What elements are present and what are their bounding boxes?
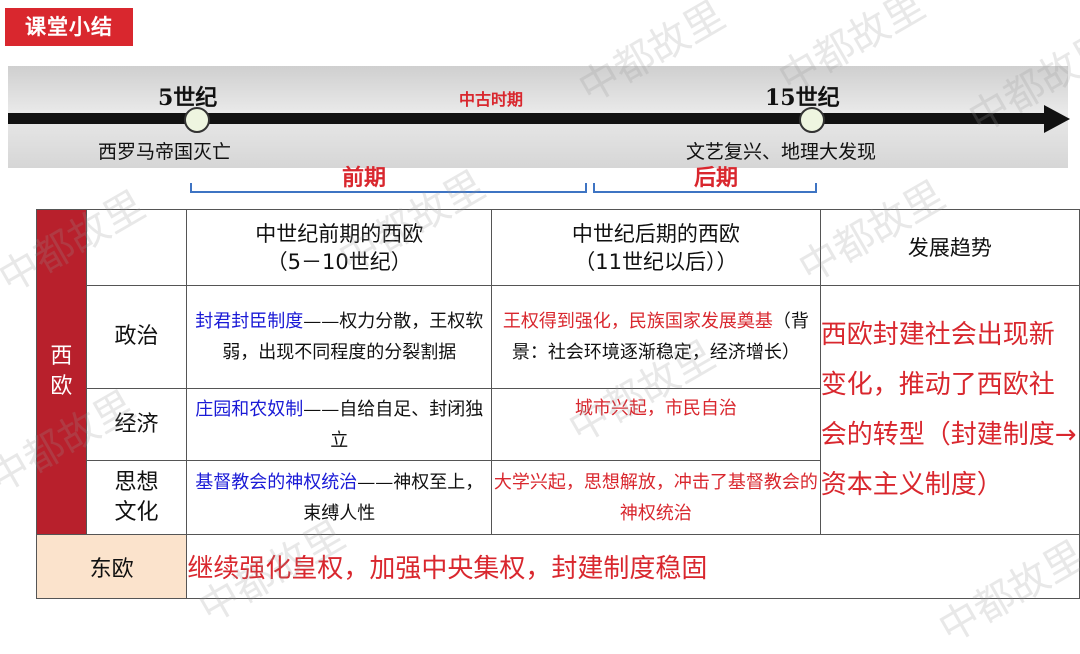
politics-early-highlight: 封君封臣制度 xyxy=(195,311,304,332)
row-culture-label: 思想文化 xyxy=(85,460,188,535)
timeline-right-century: 15世纪 xyxy=(765,85,840,111)
summary-table: 西欧 中世纪前期的西欧 （5－10世纪） 中世纪后期的西欧 （11世纪以后）） … xyxy=(35,209,1080,599)
timeline-left-century: 5世纪 xyxy=(158,85,218,111)
region-east-label: 东欧 xyxy=(89,556,134,582)
header-blank-cell xyxy=(85,209,188,286)
culture-early-highlight: 基督教会的神权统治 xyxy=(195,471,358,493)
header-late-cell: 中世纪后期的西欧 （11世纪以后）） xyxy=(491,209,821,286)
header-early-title: 中世纪前期的西欧 xyxy=(255,221,424,246)
late-period-brace xyxy=(593,183,817,193)
economy-early-cell: 庄园和农奴制——自给自足、封闭独立 xyxy=(186,388,493,461)
row-politics-label: 政治 xyxy=(85,285,188,389)
culture-early-cell: 基督教会的神权统治——神权至上，束缚人性 xyxy=(186,460,493,535)
region-east-cell: 东欧 xyxy=(35,534,188,599)
politics-early-cell: 封君封臣制度——权力分散，王权软弱，出现不同程度的分裂割据 xyxy=(186,285,493,389)
culture-late-cell: 大学兴起，思想解放，冲击了基督教会的神权统治 xyxy=(491,460,821,535)
header-late-title: 中世纪后期的西欧 xyxy=(571,221,740,246)
early-period-brace xyxy=(190,183,587,193)
region-west-cell: 西欧 xyxy=(36,209,87,535)
culture-late-highlight: 大学兴起，思想解放，冲击了基督教会的神权统治 xyxy=(493,471,818,524)
trend-cell: 西欧封建社会出现新变化，推动了西欧社会的转型（封建制度→资本主义制度） xyxy=(819,285,1080,535)
slide-title: 课堂小结 xyxy=(5,8,133,46)
economy-late-highlight: 城市兴起，市民自治 xyxy=(574,398,737,419)
row-economy-label: 经济 xyxy=(85,388,188,461)
header-trend-label: 发展趋势 xyxy=(907,235,992,260)
row-culture-text: 思想文化 xyxy=(114,469,159,525)
timeline-arrow-icon xyxy=(1044,105,1070,133)
timeline-left-event: 西罗马帝国灭亡 xyxy=(98,141,232,163)
header-early-cell: 中世纪前期的西欧 （5－10世纪） xyxy=(186,209,493,286)
header-trend-cell: 发展趋势 xyxy=(819,209,1080,286)
east-summary-cell: 继续强化皇权，加强中央集权，封建制度稳固 xyxy=(186,534,1080,599)
east-summary-text: 继续强化皇权，加强中央集权，封建制度稳固 xyxy=(187,554,708,584)
economy-late-cell: 城市兴起，市民自治 xyxy=(491,388,821,461)
timeline-middle-label: 中古时期 xyxy=(459,90,524,109)
economy-early-text: ——自给自足、封闭独立 xyxy=(303,398,484,451)
header-late-subtitle: （11世纪以后）） xyxy=(574,249,738,274)
economy-early-highlight: 庄园和农奴制 xyxy=(195,398,304,420)
timeline-axis xyxy=(8,113,1048,124)
politics-late-highlight: 王权得到强化，民族国家发展奠基 xyxy=(502,311,773,332)
header-early-subtitle: （5－10世纪） xyxy=(266,249,412,274)
trend-text: 西欧封建社会出现新变化，推动了西欧社会的转型（封建制度→资本主义制度） xyxy=(820,320,1077,500)
politics-late-cell: 王权得到强化，民族国家发展奠基（背景：社会环境逐渐稳定，经济增长） xyxy=(491,285,821,389)
region-west-label: 西欧 xyxy=(50,344,73,399)
